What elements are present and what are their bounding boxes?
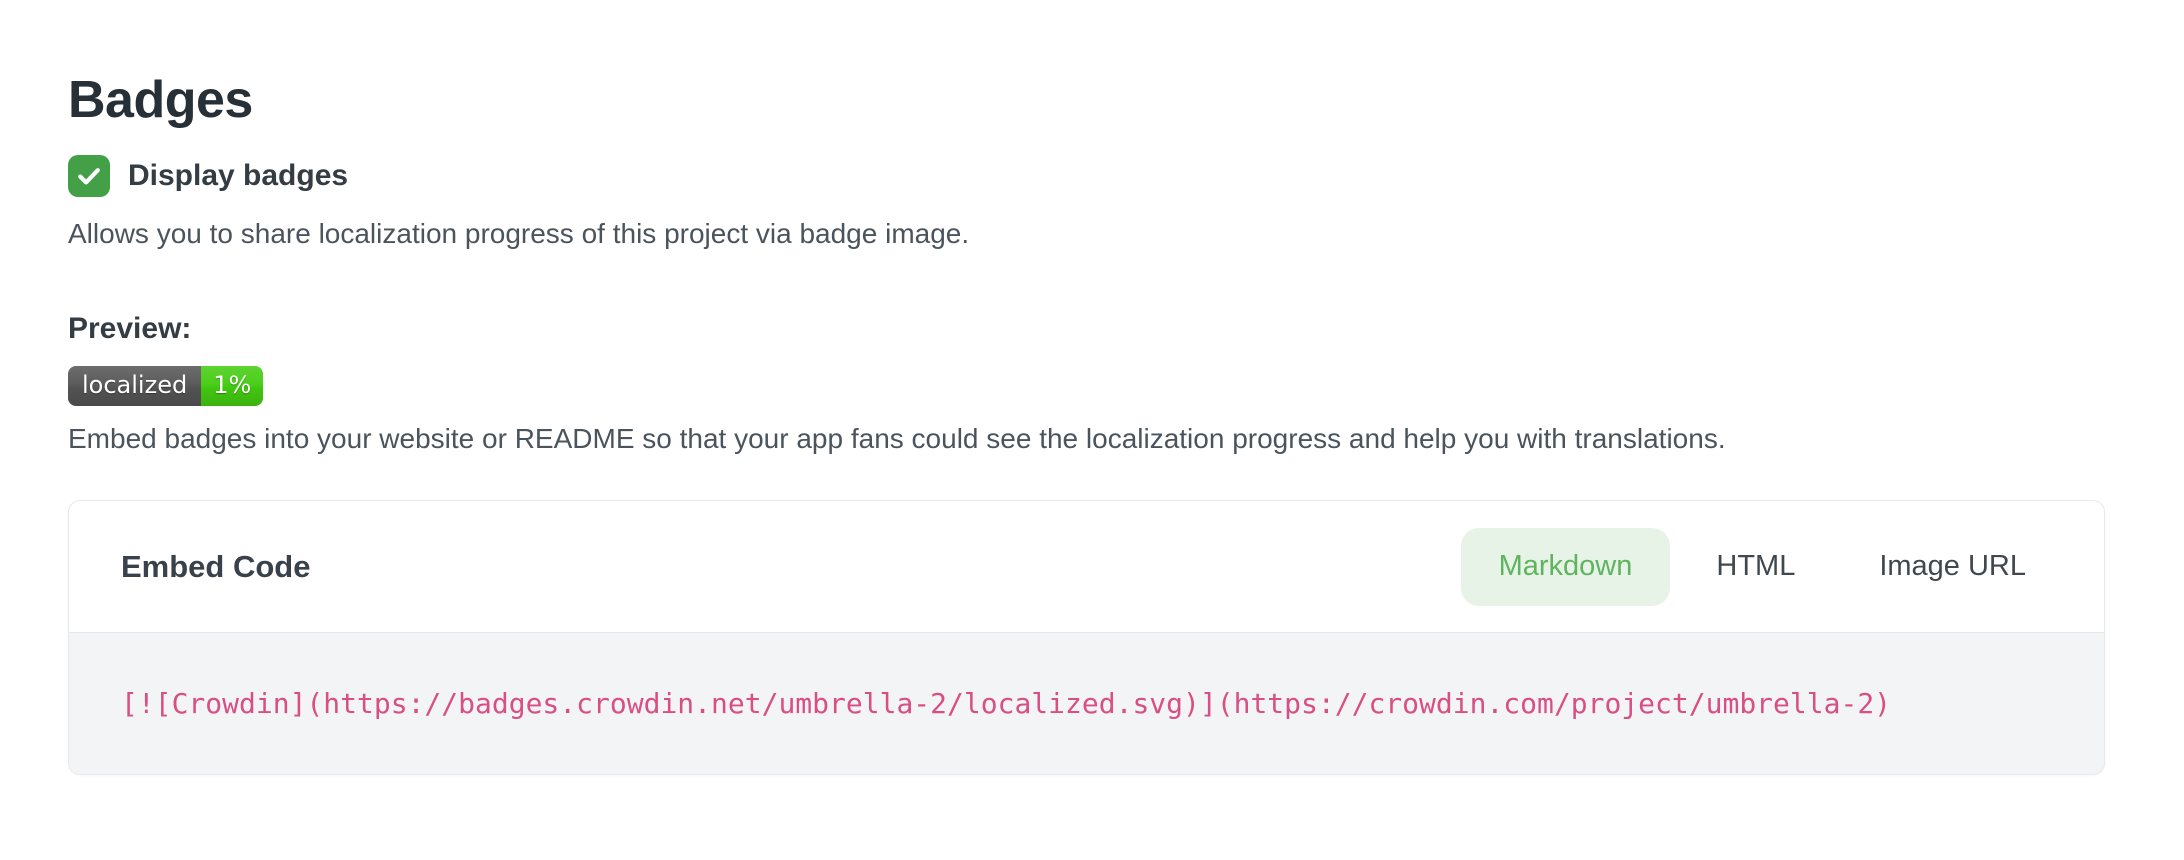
embed-code-card-header: Embed Code Markdown HTML Image URL xyxy=(69,501,2104,632)
display-badges-row: Display badges xyxy=(68,155,2184,197)
embed-format-tabs: Markdown HTML Image URL xyxy=(1461,528,2064,606)
badge-label-segment: localized xyxy=(68,366,201,406)
badges-settings-page: Badges Display badges Allows you to shar… xyxy=(0,72,2184,775)
page-title: Badges xyxy=(68,72,2184,129)
display-badges-label[interactable]: Display badges xyxy=(128,159,348,193)
tab-markdown[interactable]: Markdown xyxy=(1461,528,1671,606)
embed-code-body: [![Crowdin](https://badges.crowdin.net/u… xyxy=(69,632,2104,774)
checkmark-icon xyxy=(75,162,103,190)
tab-html[interactable]: HTML xyxy=(1678,528,1833,606)
embed-hint-text: Embed badges into your website or README… xyxy=(68,420,2184,458)
badge-value-segment: 1% xyxy=(201,366,263,406)
embed-code-snippet[interactable]: [![Crowdin](https://badges.crowdin.net/u… xyxy=(121,687,1891,720)
embed-code-title: Embed Code xyxy=(121,549,310,585)
tab-image-url[interactable]: Image URL xyxy=(1841,528,2064,606)
localization-badge-preview: localized 1% xyxy=(68,366,263,406)
display-badges-checkbox[interactable] xyxy=(68,155,110,197)
embed-code-card: Embed Code Markdown HTML Image URL [![Cr… xyxy=(68,500,2105,775)
display-badges-description: Allows you to share localization progres… xyxy=(68,215,2184,253)
preview-label: Preview: xyxy=(68,309,2184,349)
